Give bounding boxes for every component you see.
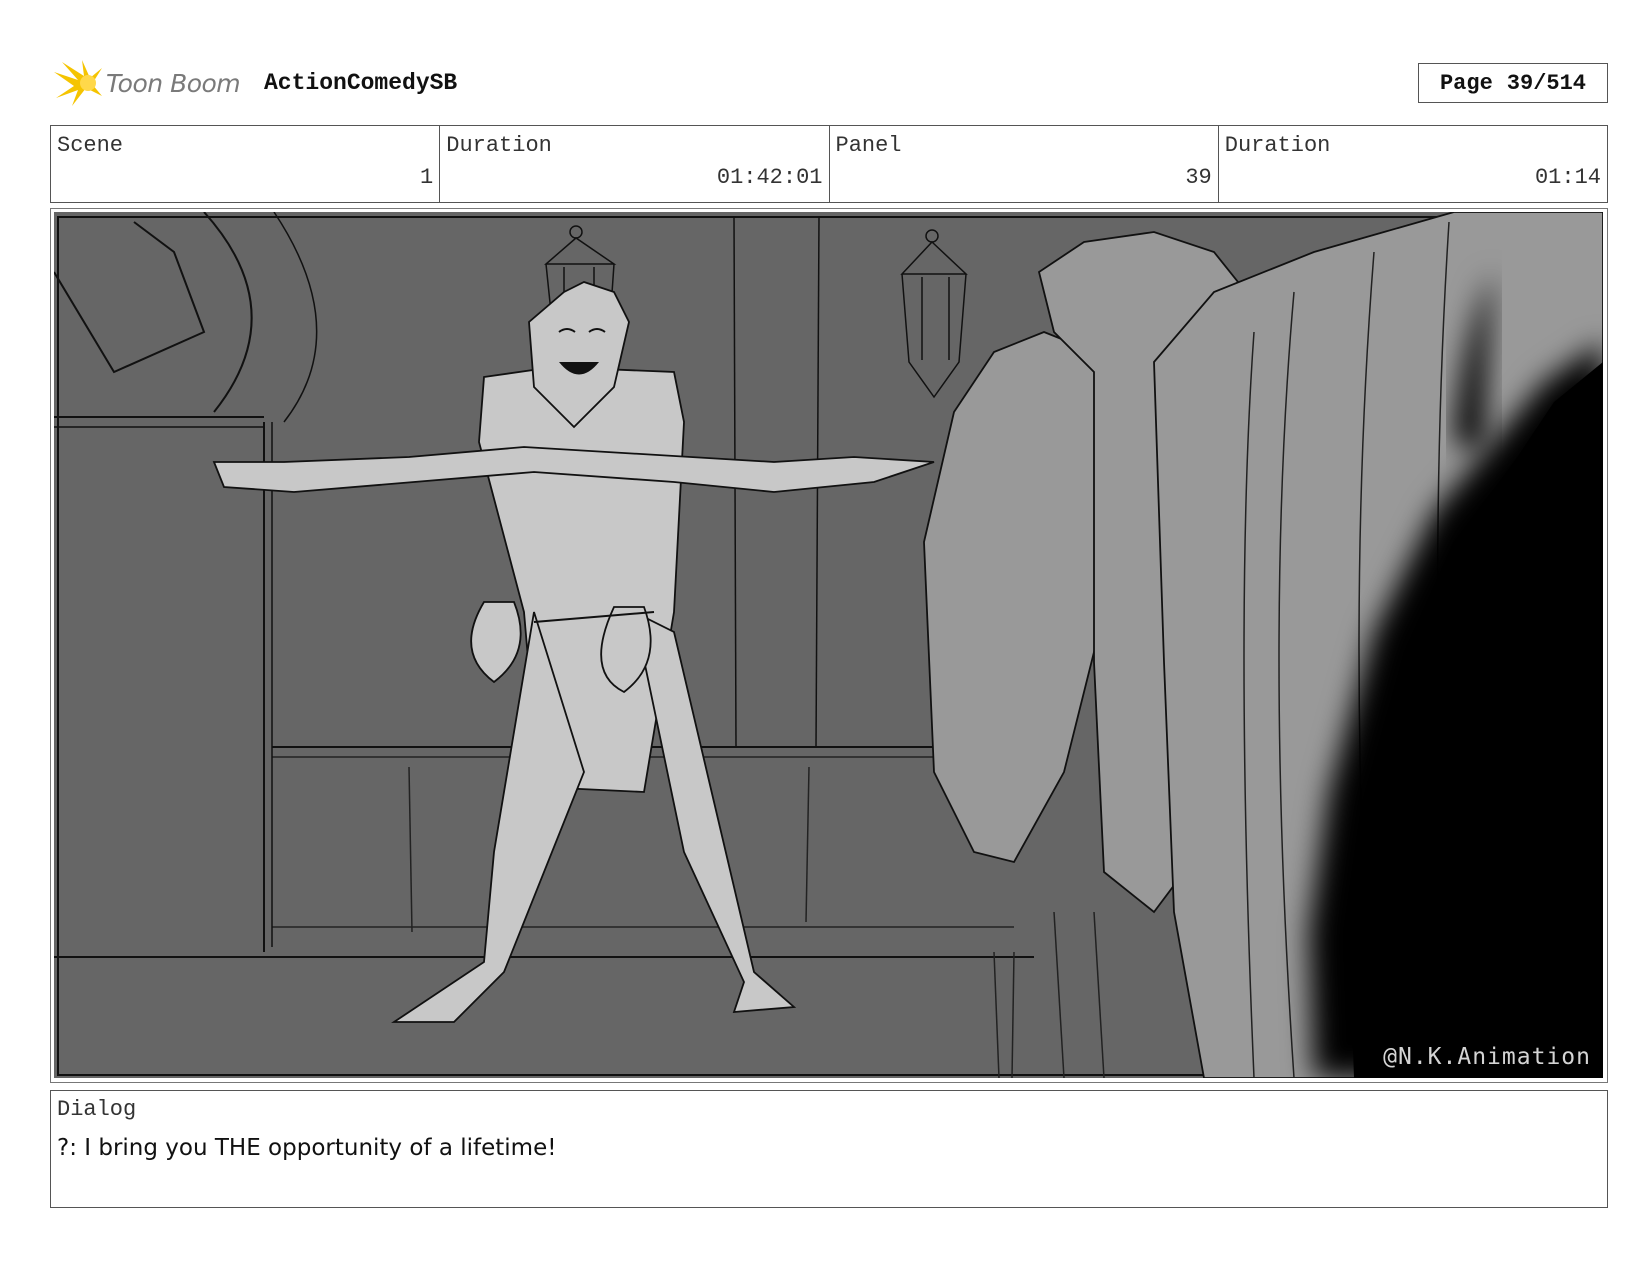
panel-duration-label: Duration bbox=[1224, 133, 1331, 158]
panel-info-row: Scene 1 Duration 01:42:01 Panel 39 Durat… bbox=[50, 125, 1608, 203]
page-label: Page bbox=[1439, 70, 1493, 96]
storyboard-panel: @N.K.Animation bbox=[50, 208, 1608, 1083]
panel-duration-cell: Duration 01:14 bbox=[1219, 126, 1607, 202]
toon-boom-logo: Toon Boom bbox=[52, 58, 241, 108]
page-header: Toon Boom ActionComedySB Page 39/514 bbox=[52, 56, 1608, 110]
scene-label: Scene bbox=[57, 133, 124, 158]
project-title: ActionComedySB bbox=[264, 70, 458, 96]
scene-duration-label: Duration bbox=[446, 133, 552, 158]
scene-value: 1 bbox=[420, 165, 434, 190]
dialog-box: Dialog ?: I bring you THE opportunity of… bbox=[50, 1090, 1608, 1208]
watermark-text: @N.K.Animation bbox=[1383, 1044, 1591, 1070]
page-number: 39/514 bbox=[1506, 70, 1587, 96]
logo-text: Toon Boom bbox=[106, 68, 241, 98]
scene-duration-value: 01:42:01 bbox=[716, 165, 823, 190]
starburst-icon bbox=[54, 60, 102, 106]
panel-value: 39 bbox=[1185, 165, 1212, 190]
panel-cell: Panel 39 bbox=[830, 126, 1219, 202]
dialog-text: ?: I bring you THE opportunity of a life… bbox=[57, 1135, 557, 1161]
scene-duration-cell: Duration 01:42:01 bbox=[440, 126, 830, 202]
panel-label: Panel bbox=[835, 133, 902, 158]
panel-duration-value: 01:14 bbox=[1534, 165, 1601, 190]
dialog-label: Dialog bbox=[57, 1097, 137, 1122]
page-indicator: Page 39/514 bbox=[1418, 63, 1608, 103]
panel-sketch-image bbox=[54, 212, 1603, 1078]
scene-cell: Scene 1 bbox=[51, 126, 441, 202]
